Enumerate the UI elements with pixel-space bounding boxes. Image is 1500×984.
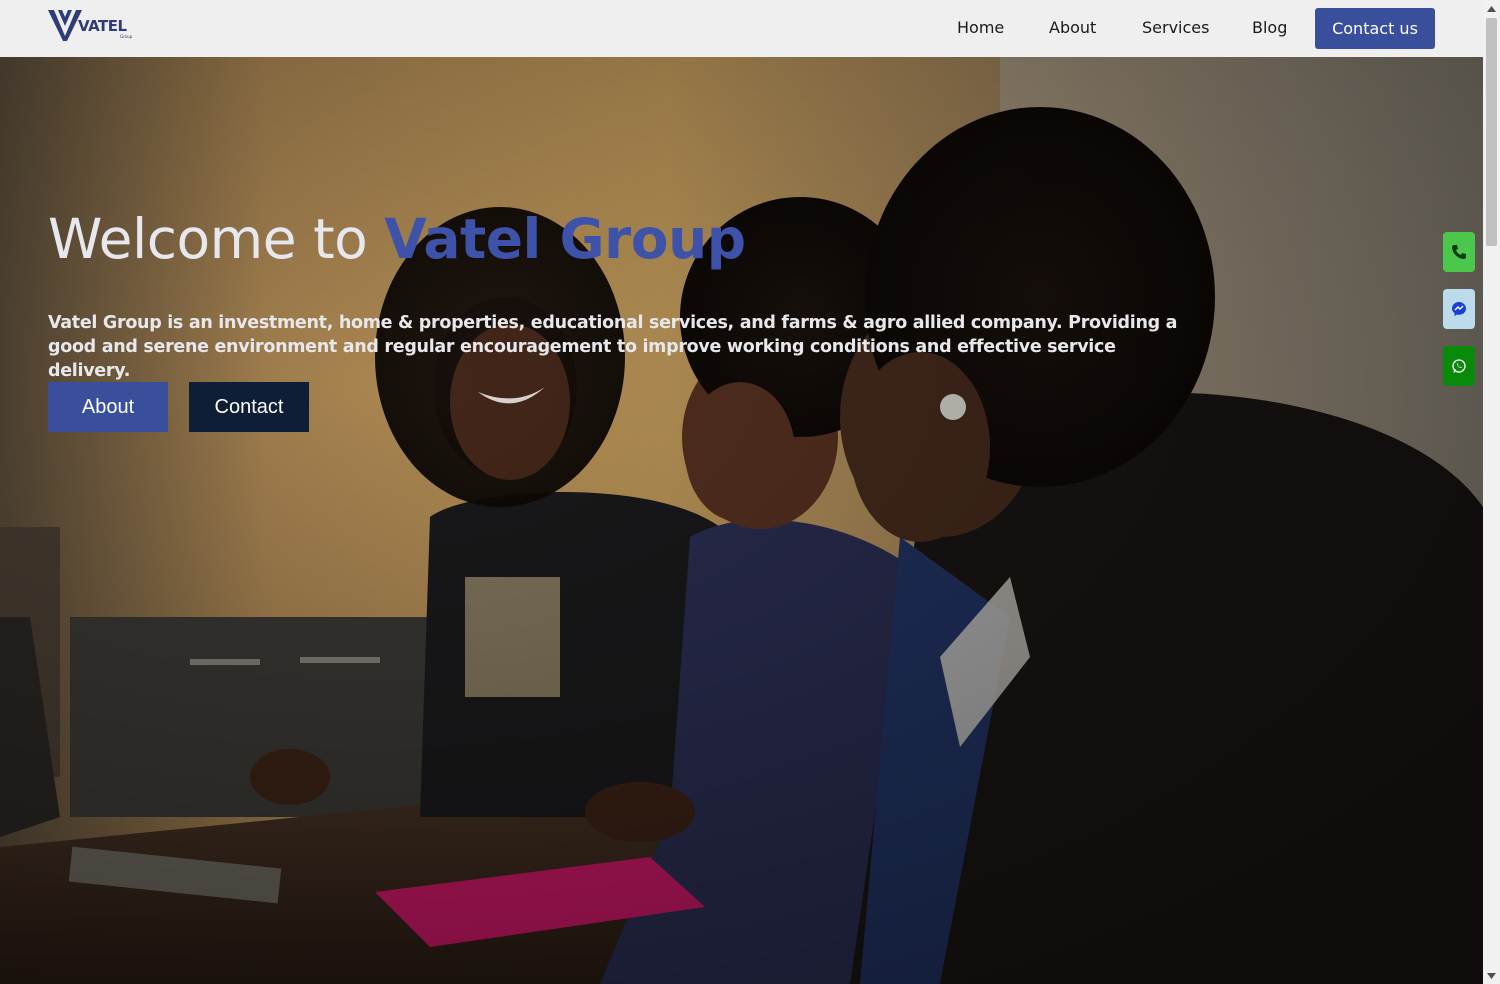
hero-overlay bbox=[0, 57, 1483, 984]
hero-title: Welcome to Vatel Group bbox=[48, 207, 746, 271]
main-nav: Home About Services Blog Contact us bbox=[0, 0, 1483, 57]
contact-us-button[interactable]: Contact us bbox=[1315, 8, 1435, 49]
page-scrollbar[interactable] bbox=[1483, 0, 1500, 984]
hero-title-accent: Vatel Group bbox=[384, 207, 746, 271]
hero-description: Vatel Group is an investment, home & pro… bbox=[48, 313, 1178, 381]
nav-item-services[interactable]: Services bbox=[1142, 18, 1209, 37]
scroll-down-arrow-icon[interactable] bbox=[1483, 967, 1500, 984]
nav-item-home[interactable]: Home bbox=[957, 18, 1004, 37]
hero-title-prefix: Welcome to bbox=[48, 207, 385, 271]
floating-whatsapp-button[interactable] bbox=[1443, 346, 1475, 386]
hero-about-button[interactable]: About bbox=[48, 382, 168, 432]
site-header: VATEL Group Home About Services Blog Con… bbox=[0, 0, 1483, 57]
scrollbar-thumb[interactable] bbox=[1486, 18, 1497, 246]
phone-icon bbox=[1452, 245, 1466, 259]
floating-messenger-button[interactable] bbox=[1443, 289, 1475, 329]
hero-section: Welcome to Vatel Group Vatel Group is an… bbox=[0, 57, 1483, 984]
messenger-icon bbox=[1452, 302, 1466, 316]
hero-contact-button[interactable]: Contact bbox=[189, 382, 309, 432]
whatsapp-icon bbox=[1452, 359, 1466, 373]
nav-item-about[interactable]: About bbox=[1049, 18, 1096, 37]
floating-phone-button[interactable] bbox=[1443, 232, 1475, 272]
nav-item-blog[interactable]: Blog bbox=[1252, 18, 1287, 37]
scroll-up-arrow-icon[interactable] bbox=[1483, 0, 1500, 17]
